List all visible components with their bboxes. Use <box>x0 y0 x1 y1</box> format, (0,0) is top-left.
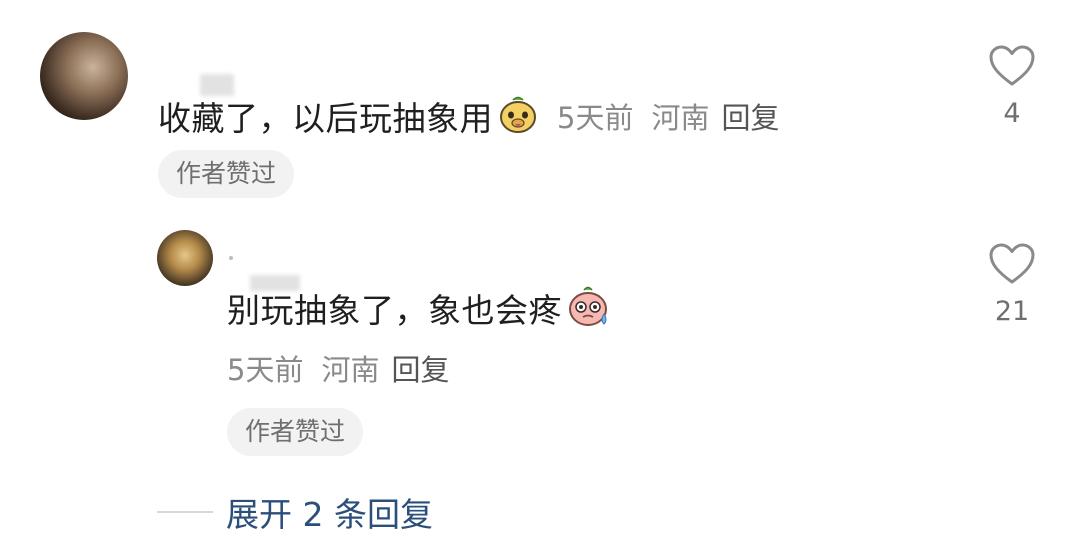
reply-like-count: 21 <box>994 296 1030 327</box>
comment-location: 河南 <box>651 101 710 135</box>
avatar[interactable] <box>40 32 128 120</box>
heart-icon <box>989 243 1035 284</box>
expand-divider <box>157 511 213 513</box>
heart-icon <box>989 45 1035 86</box>
author-liked-badge: 作者赞过 <box>158 150 295 198</box>
expand-replies-button[interactable]: 展开 2 条回复 <box>226 488 433 536</box>
reply-line: 别玩抽象了，象也会疼 <box>227 286 610 330</box>
reply-author-liked-badge: 作者赞过 <box>227 408 364 456</box>
like-button[interactable]: 4 <box>982 44 1042 129</box>
comment-line: 收藏了，以后玩抽象用 5天前 河南 回复 <box>158 94 779 138</box>
reply-reply-button[interactable]: 回复 <box>391 347 449 389</box>
reply-location: 河南 <box>321 353 380 387</box>
sweating-face-icon <box>566 284 610 332</box>
comment-time: 5天前 <box>557 101 634 135</box>
like-count: 4 <box>1003 98 1021 129</box>
dog-face-icon <box>497 93 539 139</box>
reply-text: 别玩抽象了，象也会疼 <box>227 291 562 330</box>
username-dot <box>229 256 233 260</box>
reply-time: 5天前 <box>227 353 304 387</box>
comment-text: 收藏了，以后玩抽象用 <box>158 99 493 138</box>
reply-like-button[interactable]: 21 <box>982 242 1042 327</box>
reply-meta: 5天前 河南 回复 <box>227 348 449 388</box>
reply-button[interactable]: 回复 <box>721 95 779 137</box>
reply-avatar[interactable] <box>157 230 213 286</box>
